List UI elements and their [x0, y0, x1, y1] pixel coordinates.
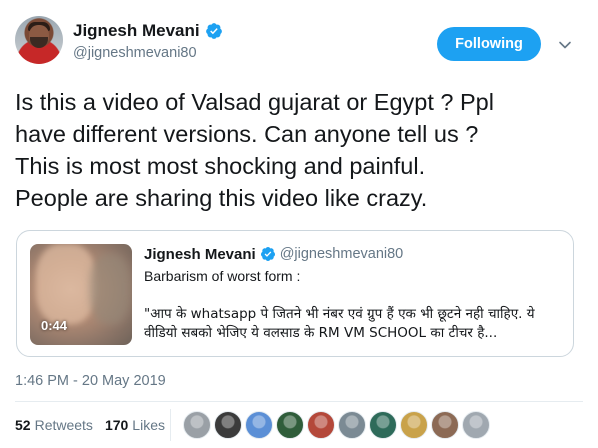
liker-avatar[interactable]	[400, 411, 428, 439]
liker-avatar[interactable]	[462, 411, 490, 439]
quoted-verified-badge-icon	[260, 247, 275, 261]
chevron-down-icon[interactable]	[558, 38, 572, 52]
liker-avatar[interactable]	[245, 411, 273, 439]
thumbnail-blur	[36, 244, 96, 324]
liker-avatar[interactable]	[307, 411, 335, 439]
tweet-timestamp[interactable]: 1:46 PM - 20 May 2019	[15, 373, 166, 389]
quoted-tweet-card[interactable]: 0:44 Jignesh Mevani @jigneshmevani80 Bar…	[16, 230, 574, 357]
retweets-count[interactable]: 52	[15, 417, 31, 433]
quoted-text-line2: "आप के whatsapp पे जितने भी नंबर एवं ग्र…	[144, 306, 535, 341]
quoted-author-name: Jignesh Mevani	[144, 245, 256, 263]
author-name[interactable]: Jignesh Mevani	[73, 21, 200, 41]
quoted-text-line1: Barbarism of worst form :	[144, 268, 301, 284]
following-button[interactable]: Following	[437, 27, 541, 61]
avatar-beard	[30, 37, 48, 48]
tweet-stats: 52 Retweets 170 Likes	[15, 417, 165, 433]
tweet-header: Jignesh Mevani @jigneshmevani80 Followin…	[0, 0, 598, 70]
liker-avatar[interactable]	[338, 411, 366, 439]
liker-avatar[interactable]	[214, 411, 242, 439]
thumbnail-blur-2	[90, 254, 130, 324]
quoted-author-row: Jignesh Mevani @jigneshmevani80	[144, 244, 403, 264]
author-handle[interactable]: @jigneshmevani80	[73, 45, 197, 61]
liker-avatar[interactable]	[183, 411, 211, 439]
liker-avatar[interactable]	[276, 411, 304, 439]
tweet-text: Is this a video of Valsad gujarat or Egy…	[15, 89, 494, 211]
quoted-author-handle: @jigneshmevani80	[279, 246, 404, 262]
likes-count[interactable]: 170	[105, 417, 128, 433]
verified-badge-icon	[205, 23, 222, 39]
divider	[15, 401, 583, 402]
liker-avatar[interactable]	[431, 411, 459, 439]
stats-separator	[170, 409, 171, 441]
video-duration: 0:44	[41, 318, 68, 333]
likes-label[interactable]: Likes	[132, 417, 165, 433]
author-avatar[interactable]	[15, 16, 63, 64]
liker-avatars	[183, 411, 493, 439]
liker-avatar[interactable]	[369, 411, 397, 439]
retweets-label[interactable]: Retweets	[35, 417, 93, 433]
author-name-row[interactable]: Jignesh Mevani	[73, 21, 223, 41]
